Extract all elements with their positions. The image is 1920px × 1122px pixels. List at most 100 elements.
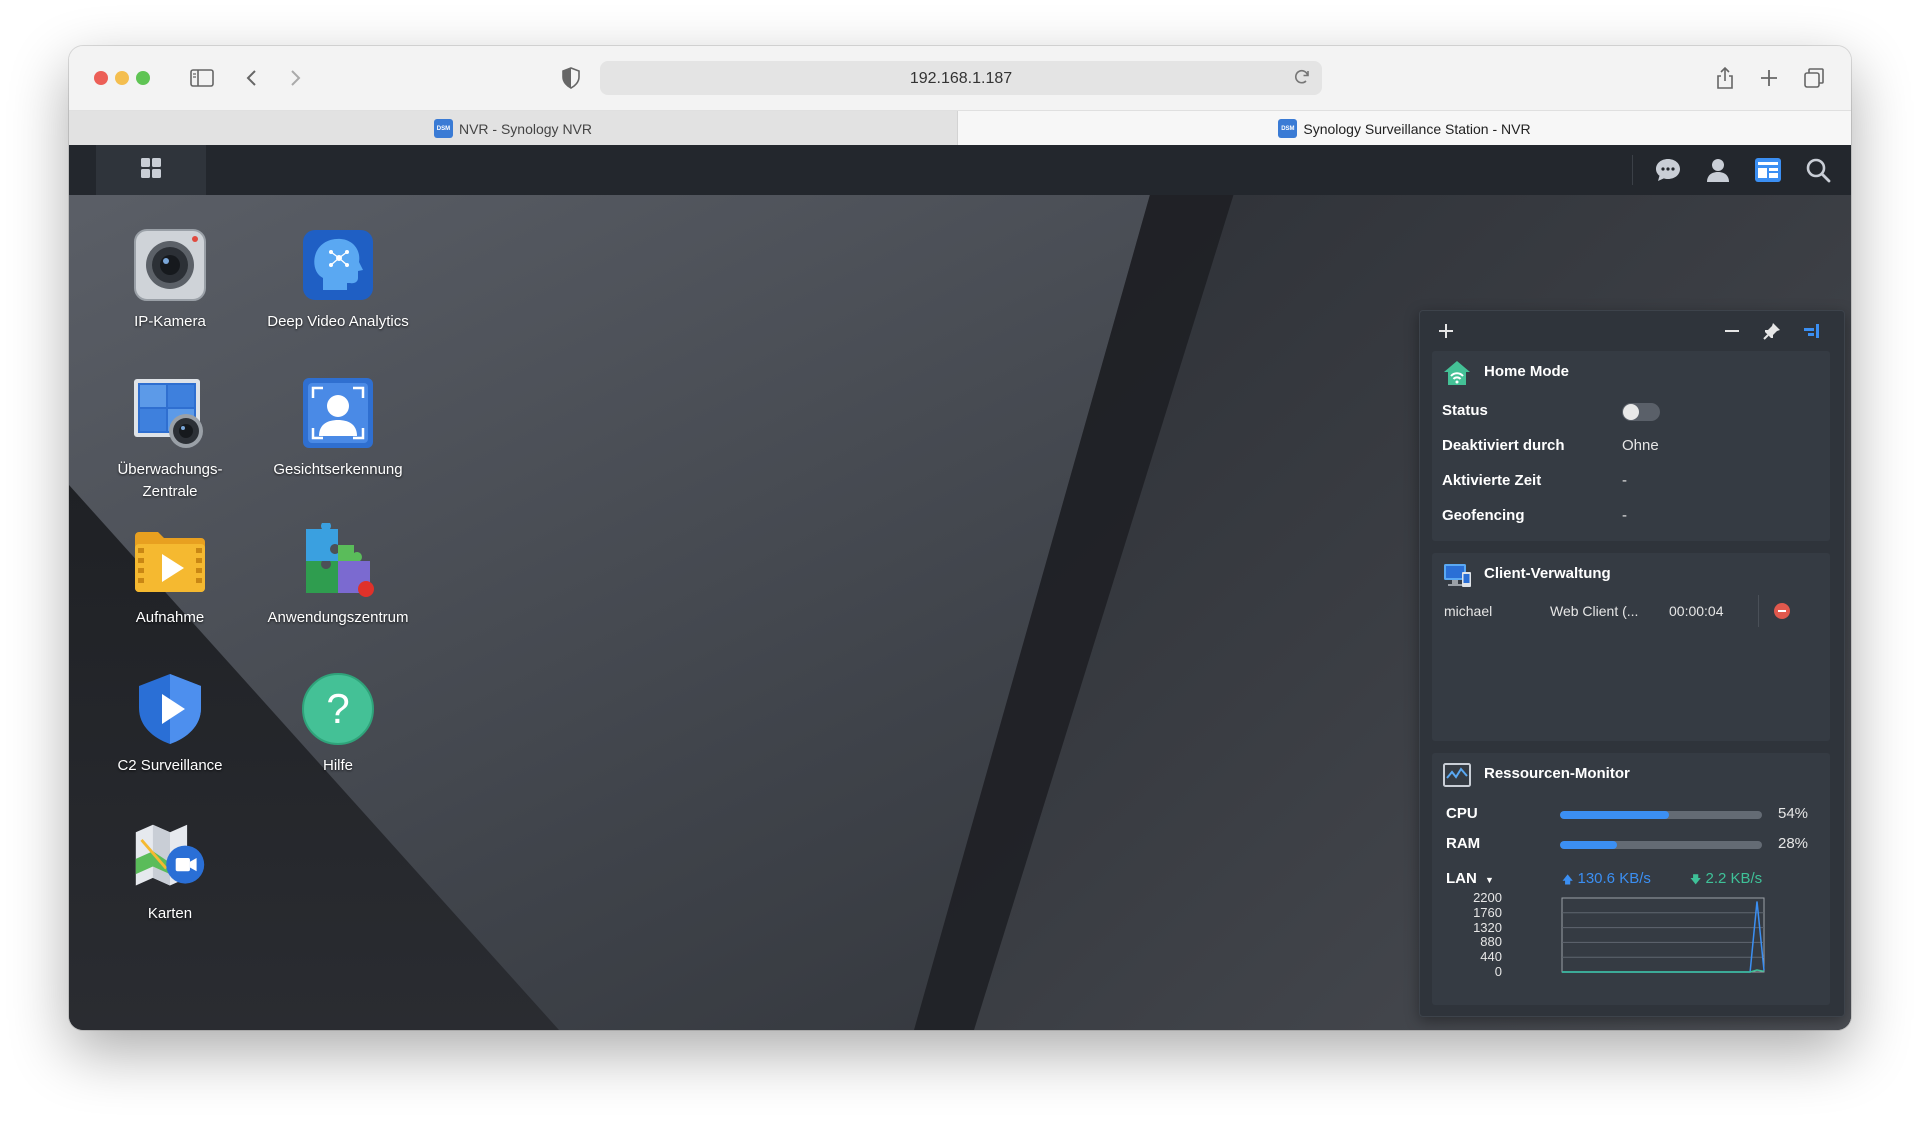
ram-label: RAM	[1446, 835, 1481, 852]
reload-icon[interactable]	[1292, 67, 1312, 92]
deactivated-by-label: Deaktiviert durch	[1442, 437, 1565, 454]
desktop-icon-label: Aufnahme	[135, 609, 205, 626]
svg-text:?: ?	[326, 685, 349, 732]
widget-panel: Home Mode Status Deaktiviert durch Ohne …	[1419, 310, 1845, 1017]
minimize-window-button[interactable]	[115, 71, 129, 85]
panel-toggle-icon[interactable]	[1800, 319, 1824, 343]
ram-usage-bar	[1560, 841, 1762, 849]
sidebar-icon[interactable]	[188, 64, 216, 92]
lan-traffic-chart	[1561, 897, 1765, 973]
widget-panel-header	[1420, 311, 1844, 351]
desktop-icon-deep-video-analytics[interactable]: Deep Video Analytics	[253, 227, 423, 333]
resource-monitor-title: Ressourcen-Monitor	[1484, 765, 1630, 782]
client-management-title: Client-Verwaltung	[1484, 565, 1611, 582]
chart-y-tick-label: 880	[1480, 934, 1502, 950]
close-window-button[interactable]	[94, 71, 108, 85]
shield-icon[interactable]	[557, 64, 585, 92]
add-icon[interactable]	[1434, 319, 1458, 343]
chart-y-tick-label: 1320	[1473, 919, 1502, 935]
home-mode-title: Home Mode	[1484, 363, 1570, 380]
user-icon[interactable]	[1703, 155, 1733, 185]
status-label: Status	[1442, 402, 1488, 419]
desktop-icon-aufnahme[interactable]: Aufnahme	[85, 523, 255, 629]
lan-upload: 🡅 130.6 KB/s	[1562, 870, 1651, 890]
deep-video-analytics-icon	[300, 227, 376, 303]
home-mode-status-toggle[interactable]	[1622, 403, 1660, 421]
lan-dropdown[interactable]: LAN ▼	[1446, 870, 1494, 887]
desktop-icon-anwendungszentrum[interactable]: Anwendungszentrum	[253, 523, 423, 629]
home-mode-widget: Home Mode Status Deaktiviert durch Ohne …	[1432, 351, 1830, 541]
ram-percent: 28%	[1778, 835, 1809, 852]
address-bar[interactable]: 192.168.1.187	[600, 61, 1322, 95]
chart-y-tick-label: 440	[1480, 949, 1502, 965]
cpu-percent: 54%	[1778, 805, 1809, 822]
help-icon: ?	[300, 671, 376, 747]
lan-upload-rate: 130.6 KB/s	[1577, 870, 1651, 887]
tab-surveillance-station[interactable]: DSM Synology Surveillance Station - NVR	[958, 111, 1851, 146]
new-tab-icon[interactable]	[1755, 64, 1783, 92]
c2-surveillance-icon	[132, 671, 208, 747]
toggle-knob	[1623, 404, 1639, 420]
zoom-window-button[interactable]	[136, 71, 150, 85]
lan-download: 🡇 2.2 KB/s	[1690, 870, 1762, 890]
tab-nvr-synology[interactable]: DSM NVR - Synology NVR	[69, 111, 958, 146]
desktop-icon-label: Deep Video Analytics	[267, 313, 409, 330]
dsm-favicon-icon: DSM	[433, 119, 453, 138]
activated-time-label: Aktivierte Zeit	[1442, 472, 1542, 489]
desktop-icon-karten[interactable]: Karten	[85, 819, 255, 925]
deactivated-by-value: Ohne	[1622, 437, 1659, 454]
face-recognition-icon	[300, 375, 376, 451]
upload-series-line	[1562, 901, 1765, 973]
main-menu-button[interactable]	[96, 145, 206, 195]
url-text: 192.168.1.187	[909, 70, 1013, 87]
application-center-icon	[300, 523, 376, 599]
recording-folder-icon	[132, 523, 208, 599]
desktop-icon-c2-surveillance[interactable]: C2 Surveillance	[85, 671, 255, 777]
back-icon[interactable]	[238, 64, 266, 92]
chart-y-tick-label: 1760	[1473, 904, 1502, 920]
desktop-icon-label: IP-Kamera	[134, 313, 206, 330]
minimize-icon[interactable]	[1720, 319, 1744, 343]
download-arrow-icon: 🡇	[1690, 874, 1702, 886]
desktop-icon-label: Überwachungs- Zentrale	[117, 461, 223, 500]
desktop-icon-label: Hilfe	[322, 757, 353, 774]
browser-toolbar: 192.168.1.187	[69, 46, 1851, 110]
client-management-icon	[1442, 560, 1472, 590]
client-row-divider	[1758, 595, 1759, 627]
cpu-label: CPU	[1446, 805, 1478, 822]
pin-icon[interactable]	[1760, 319, 1784, 343]
resource-monitor-icon	[1442, 760, 1472, 790]
chevron-down-icon: ▼	[1485, 875, 1494, 885]
maps-icon	[132, 819, 208, 895]
browser-window: 192.168.1.187 DSM NVR - Synology NVR DSM…	[69, 46, 1851, 1030]
home-mode-icon	[1442, 358, 1472, 388]
desktop-icon-hilfe[interactable]: ? Hilfe	[253, 671, 423, 777]
desktop-icon-ueberwachungs-zentrale[interactable]: Überwachungs- Zentrale	[85, 375, 255, 503]
dsm-taskbar	[69, 145, 1851, 195]
client-user: michael	[1444, 603, 1493, 619]
chart-frame	[1561, 897, 1765, 973]
desktop-icon-gesichtserkennung[interactable]: Gesichtserkennung	[253, 375, 423, 481]
tab-title: Synology Surveillance Station - NVR	[1303, 120, 1531, 137]
dsm-favicon-icon: DSM	[1278, 119, 1298, 138]
client-duration: 00:00:04	[1669, 603, 1724, 619]
ram-usage-fill	[1560, 841, 1617, 849]
tab-overview-icon[interactable]	[1800, 64, 1828, 92]
client-management-widget: Client-Verwaltung michael Web Client (..…	[1432, 553, 1830, 741]
forward-icon[interactable]	[281, 64, 309, 92]
download-series-line	[1562, 969, 1765, 973]
desktop-icon-label: Anwendungszentrum	[267, 609, 409, 626]
tab-bar: DSM NVR - Synology NVR DSM Synology Surv…	[69, 110, 1851, 146]
upload-arrow-icon: 🡅	[1562, 874, 1574, 886]
client-type: Web Client (...	[1550, 603, 1639, 619]
widgets-icon[interactable]	[1753, 155, 1783, 185]
share-icon[interactable]	[1711, 64, 1739, 92]
cpu-usage-bar	[1560, 811, 1762, 819]
chat-icon[interactable]	[1653, 155, 1683, 185]
desktop-icon-label: Gesichtserkennung	[273, 461, 403, 478]
search-icon[interactable]	[1803, 155, 1833, 185]
lan-label: LAN	[1446, 870, 1477, 887]
desktop-icon-ip-kamera[interactable]: IP-Kamera	[85, 227, 255, 333]
geofencing-value: -	[1622, 507, 1627, 524]
disconnect-client-icon[interactable]	[1774, 603, 1790, 619]
